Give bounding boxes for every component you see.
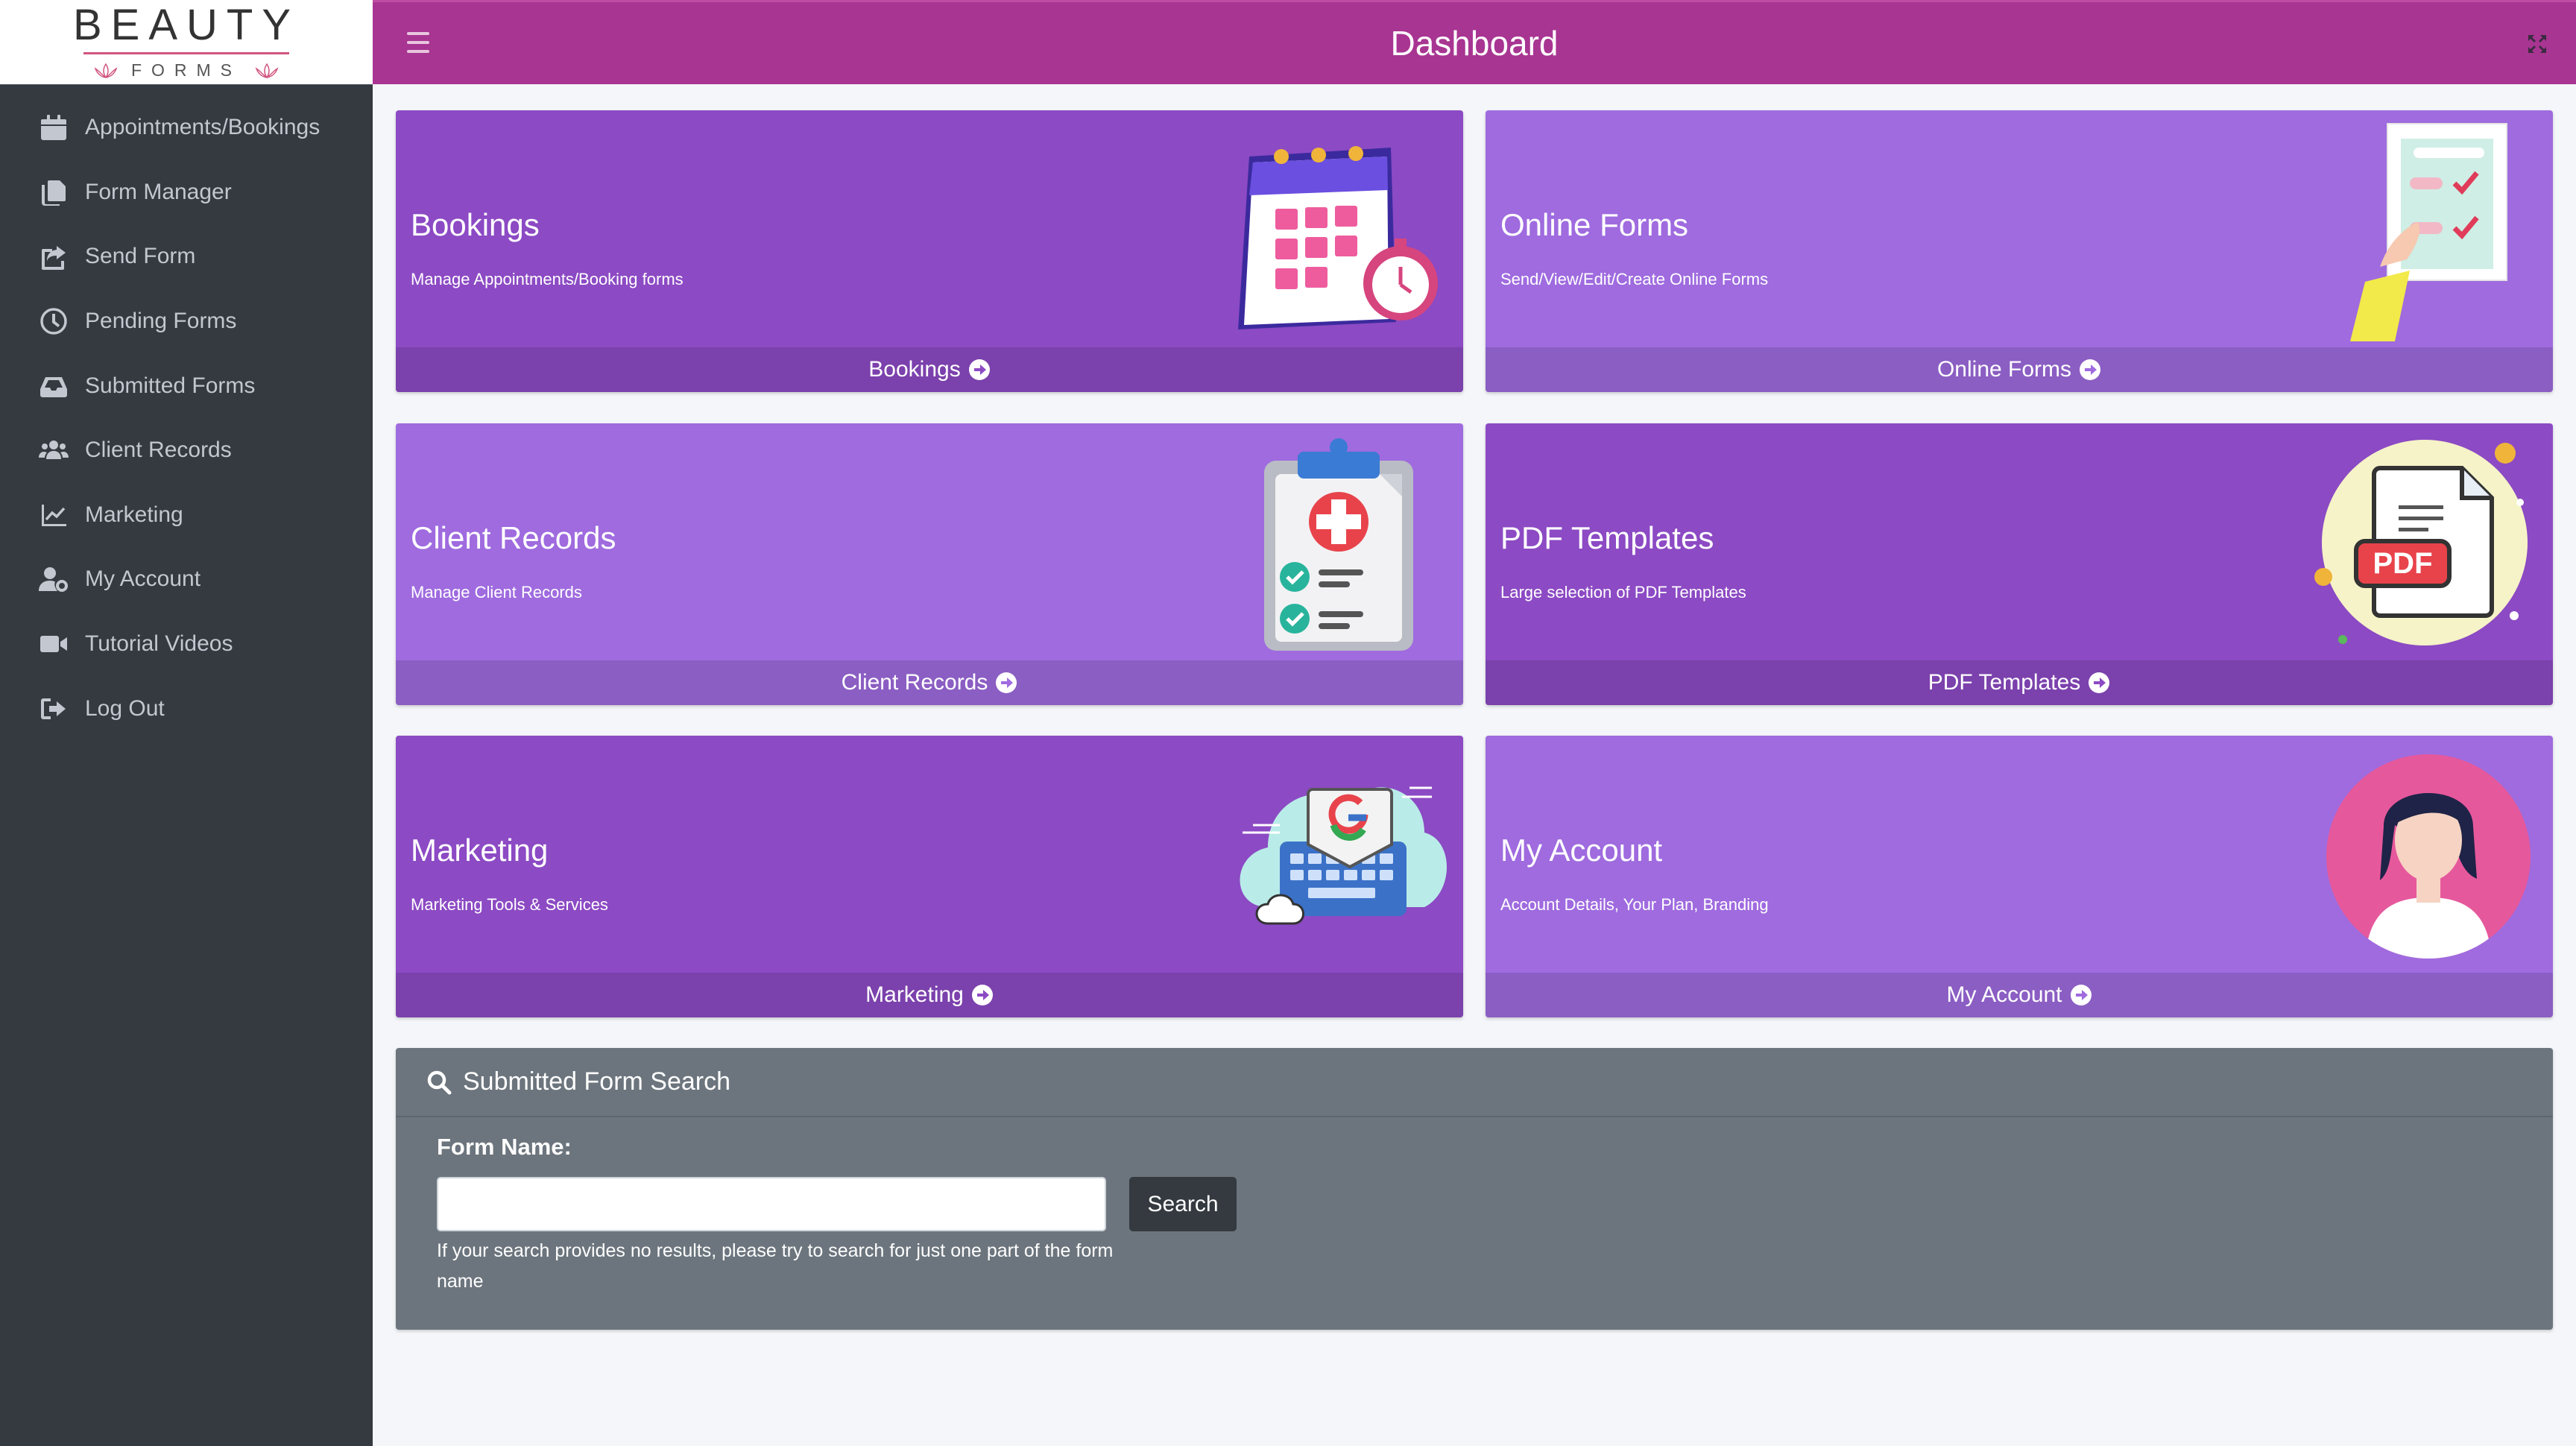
user-cog-icon: [39, 567, 68, 593]
my-account-card-link[interactable]: My Account: [1486, 973, 2553, 1017]
card-title: Online Forms: [1500, 207, 1689, 242]
page-title: Dashboard: [1390, 24, 1559, 63]
sidebar-item-send-form[interactable]: Send Form: [0, 224, 373, 289]
sidebar-item-client-records[interactable]: Client Records: [0, 418, 373, 483]
sidebar-item-label: Appointments/Bookings: [85, 115, 321, 140]
card-link-label: Marketing: [865, 982, 964, 1007]
sidebar-item-appointments[interactable]: Appointments/Bookings: [0, 95, 373, 160]
marketing-card-link[interactable]: Marketing: [396, 973, 1463, 1017]
form-name-label: Form Name:: [437, 1134, 572, 1160]
sidebar-item-label: Log Out: [85, 695, 165, 721]
logo-main-text: BEAUTY: [72, 1, 300, 49]
card-link-label: My Account: [1946, 982, 2062, 1007]
calendar-icon: [41, 115, 66, 141]
card-subtitle: Send/View/Edit/Create Online Forms: [1500, 270, 1769, 288]
bookings-card-link[interactable]: Bookings: [396, 347, 1463, 392]
clock-icon: [40, 308, 67, 335]
card-title: My Account: [1500, 833, 1663, 868]
calendar-clock-illustration: [1238, 146, 1438, 329]
sidebar-item-form-manager[interactable]: Form Manager: [0, 160, 373, 225]
sidebar-item-label: Client Records: [85, 438, 232, 463]
search-button[interactable]: Search: [1129, 1177, 1237, 1231]
online-form-checklist-illustration: [2350, 123, 2507, 341]
user-avatar-illustration: [2326, 754, 2531, 959]
sign-out-icon: [41, 698, 66, 719]
sidebar-item-label: Submitted Forms: [85, 373, 256, 398]
video-icon: [40, 636, 67, 653]
arrow-circle-right-icon: [996, 672, 1017, 693]
sidebar: BEAUTY FORMS Appointments/Bookings Form …: [0, 0, 373, 1446]
pdf-templates-card: PDF Templates Large selection of PDF Tem…: [1486, 423, 2553, 705]
card-link-label: PDF Templates: [1928, 670, 2081, 695]
sidebar-item-submitted-forms[interactable]: Submitted Forms: [0, 353, 373, 418]
sidebar-item-label: Tutorial Videos: [85, 631, 233, 657]
sidebar-nav: Appointments/Bookings Form Manager Send …: [0, 85, 373, 741]
marketing-card: Marketing Marketing Tools & Services Mar…: [396, 736, 1463, 1017]
sidebar-item-pending-forms[interactable]: Pending Forms: [0, 289, 373, 354]
logo-underline: [83, 52, 289, 54]
arrow-circle-right-icon: [971, 985, 993, 1005]
client-records-card-link[interactable]: Client Records: [396, 660, 1463, 705]
pdf-templates-card-link[interactable]: PDF Templates: [1486, 660, 2553, 705]
card-title: PDF Templates: [1500, 520, 1714, 555]
online-forms-card-link[interactable]: Online Forms: [1486, 347, 2553, 392]
lotus-icon: [255, 63, 279, 78]
form-name-input[interactable]: [437, 1177, 1106, 1231]
sidebar-item-tutorial-videos[interactable]: Tutorial Videos: [0, 612, 373, 677]
arrow-circle-right-icon: [2089, 672, 2110, 693]
inbox-icon: [40, 376, 67, 397]
card-subtitle: Large selection of PDF Templates: [1500, 583, 1746, 602]
online-forms-card: Online Forms Send/View/Edit/Create Onlin…: [1486, 110, 2553, 392]
search-icon: [427, 1070, 452, 1094]
sidebar-item-marketing[interactable]: Marketing: [0, 483, 373, 548]
arrow-circle-right-icon: [2070, 985, 2092, 1005]
sidebar-item-label: Marketing: [85, 502, 183, 527]
my-account-card: My Account Account Details, Your Plan, B…: [1486, 736, 2553, 1017]
logo-sub-text: FORMS: [130, 60, 242, 80]
client-records-card: Client Records Manage Client Records Cli…: [396, 423, 1463, 705]
share-square-icon: [42, 246, 66, 271]
card-title: Client Records: [411, 520, 616, 555]
card-link-label: Bookings: [868, 357, 961, 382]
card-subtitle: Account Details, Your Plan, Branding: [1500, 895, 1769, 914]
sidebar-item-label: Send Form: [85, 244, 196, 269]
chart-line-icon: [42, 504, 66, 526]
top-navbar: Dashboard: [373, 0, 2576, 84]
search-panel-title: Submitted Form Search: [463, 1067, 731, 1096]
arrow-circle-right-icon: [2080, 359, 2101, 380]
lotus-icon: [94, 63, 118, 78]
google-marketing-illustration: [1240, 786, 1447, 925]
search-hint-text: If your search provides no results, plea…: [437, 1240, 1114, 1292]
card-subtitle: Manage Client Records: [411, 583, 582, 602]
users-icon: [39, 441, 69, 460]
sidebar-item-label: Form Manager: [85, 179, 232, 204]
copy-icon: [42, 180, 66, 206]
logo-sub-row: FORMS: [91, 60, 282, 80]
card-link-label: Client Records: [841, 670, 988, 695]
arrow-circle-right-icon: [968, 359, 990, 380]
card-title: Bookings: [411, 207, 540, 242]
pdf-badge-text: PDF: [2373, 546, 2433, 580]
sidebar-item-my-account[interactable]: My Account: [0, 547, 373, 612]
clipboard-medical-illustration: [1264, 438, 1413, 651]
sidebar-item-label: My Account: [85, 566, 201, 592]
card-subtitle: Marketing Tools & Services: [411, 895, 608, 914]
card-subtitle: Manage Appointments/Booking forms: [411, 270, 684, 288]
search-panel-header: Submitted Form Search: [396, 1048, 2553, 1117]
card-title: Marketing: [411, 833, 549, 868]
brand-logo[interactable]: BEAUTY FORMS: [0, 0, 373, 85]
sidebar-item-log-out[interactable]: Log Out: [0, 676, 373, 741]
fullscreen-expand-icon[interactable]: [2525, 32, 2549, 56]
sidebar-item-label: Pending Forms: [85, 309, 237, 334]
bookings-card: Bookings Manage Appointments/Booking for…: [396, 110, 1463, 392]
submitted-form-search-panel: Submitted Form Search Form Name: Search …: [396, 1048, 2553, 1330]
card-link-label: Online Forms: [1936, 357, 2072, 382]
